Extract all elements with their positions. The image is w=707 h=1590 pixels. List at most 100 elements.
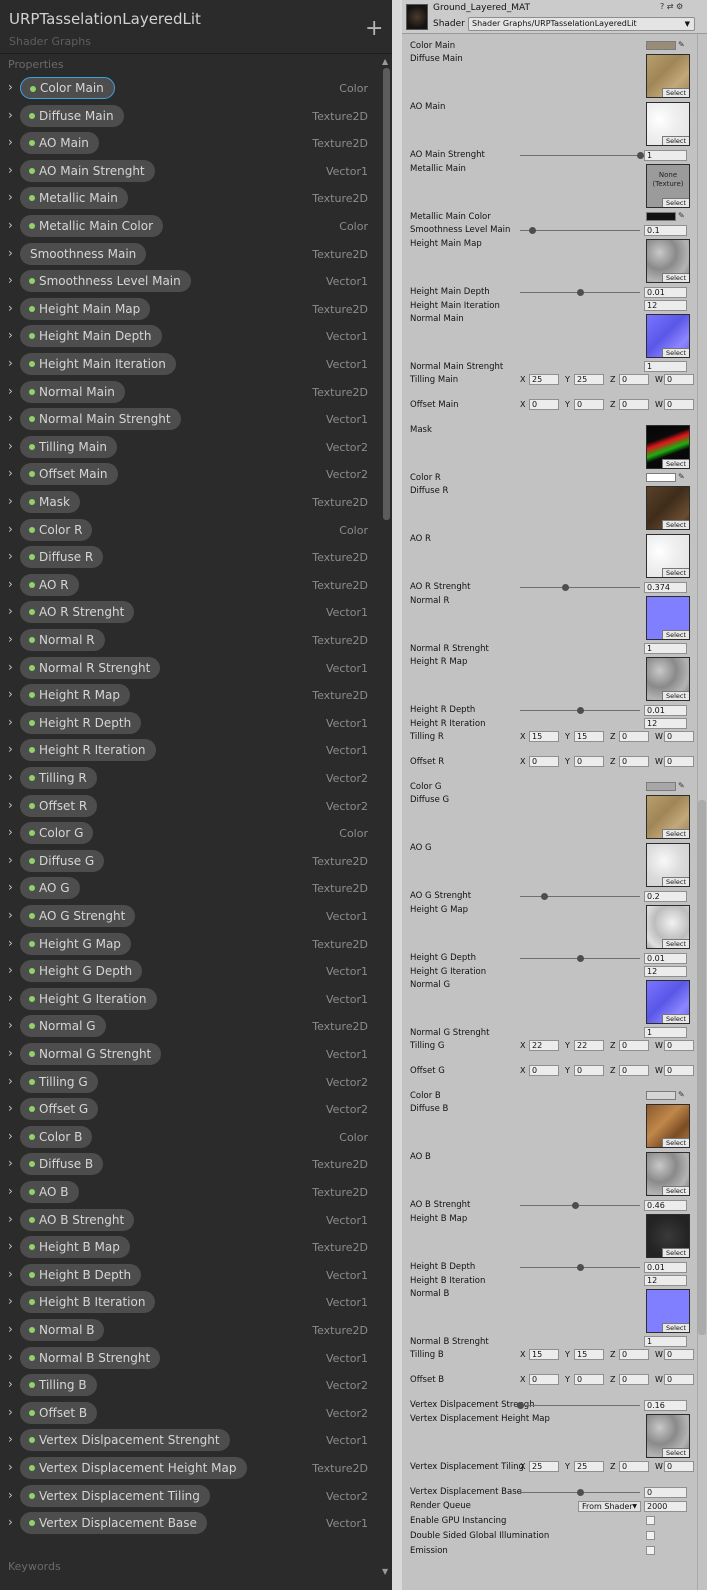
expand-arrow-icon[interactable]: › (8, 1267, 13, 1281)
property-pill[interactable]: Height Main Iteration (20, 353, 176, 375)
height-main-iteration-value-field[interactable]: 12 (644, 300, 687, 311)
scroll-down-arrow-icon[interactable]: ▼ (382, 1567, 388, 1576)
ao-b-strenght-slider-thumb[interactable] (572, 1202, 580, 1209)
height-g-iteration-value-field[interactable]: 12 (644, 966, 687, 977)
expand-arrow-icon[interactable]: › (8, 273, 13, 287)
property-pill[interactable]: Tilling Main (20, 435, 117, 458)
expand-arrow-icon[interactable]: › (8, 880, 13, 894)
texture-select-button[interactable]: Select (662, 1248, 689, 1257)
property-pill[interactable]: Vertex Displacement Height Map (20, 1457, 247, 1479)
ao-b-strenght-value-field[interactable]: 0.46 (644, 1200, 687, 1211)
ao-r-strenght-slider-thumb[interactable] (561, 584, 569, 591)
tilling-main-w-field[interactable]: 0 (664, 374, 694, 385)
normal-r-strenght-value-field[interactable]: 1 (644, 643, 687, 654)
property-pill[interactable]: Color Main (20, 77, 115, 99)
property-pill[interactable]: Vertex Displacement Tiling (20, 1484, 210, 1507)
expand-arrow-icon[interactable]: › (8, 549, 13, 563)
property-pill[interactable]: Diffuse R (20, 546, 104, 569)
property-row[interactable]: › Diffuse B Texture2D (0, 1151, 380, 1178)
offset-b-w-field[interactable]: 0 (664, 1374, 694, 1385)
eyedropper-icon[interactable]: ✎ (678, 472, 685, 481)
texture-select-button[interactable]: Select (662, 691, 689, 700)
expand-arrow-icon[interactable]: › (8, 798, 13, 812)
property-pill[interactable]: Normal B (20, 1319, 105, 1341)
tilling-g-x-field[interactable]: 22 (529, 1040, 559, 1051)
property-row[interactable]: › AO G Strenght Vector1 (0, 903, 380, 930)
tilling-g-w-field[interactable]: 0 (664, 1040, 694, 1051)
ao-g-strenght-slider-thumb[interactable] (541, 893, 548, 900)
property-row[interactable]: › AO B Texture2D (0, 1179, 380, 1206)
property-pill[interactable]: AO B Strenght (20, 1208, 135, 1231)
property-pill[interactable]: Metallic Main Color (20, 215, 163, 237)
property-row[interactable]: › Vertex Displacement Tiling Vector2 (0, 1483, 380, 1510)
expand-arrow-icon[interactable]: › (8, 1101, 13, 1115)
property-row[interactable]: › Normal G Strenght Vector1 (0, 1041, 380, 1068)
smoothness-level-main-slider-track[interactable] (520, 230, 640, 231)
property-row[interactable]: › Normal B Strenght Vector1 (0, 1345, 380, 1372)
texture-select-button[interactable]: Select (662, 877, 689, 886)
texture-select-button[interactable]: Select (662, 520, 689, 529)
render-queue-dropdown[interactable]: From Shader ▼ (578, 1501, 641, 1512)
offset-main-x-field[interactable]: 0 (529, 399, 559, 410)
property-row[interactable]: › Offset G Vector2 (0, 1096, 380, 1123)
expand-arrow-icon[interactable]: › (8, 715, 13, 729)
property-pill[interactable]: Normal G (20, 1015, 106, 1038)
texture-select-button[interactable]: Select (662, 273, 689, 282)
offset-b-y-field[interactable]: 0 (574, 1374, 604, 1385)
ao-main-strenght-value-field[interactable]: 1 (644, 150, 687, 161)
vertex-dislpacement-strengh-slider-thumb[interactable] (517, 1402, 524, 1409)
property-row[interactable]: › Tilling G Vector2 (0, 1069, 380, 1096)
expand-arrow-icon[interactable]: › (8, 577, 13, 591)
header-icons[interactable]: ? ⇄ ⚙ (660, 2, 683, 11)
texture-select-button[interactable]: Select (662, 1014, 689, 1023)
property-pill[interactable]: Height G Map (20, 932, 131, 955)
tilling-r-x-field[interactable]: 15 (529, 731, 559, 742)
property-pill[interactable]: AO B (20, 1181, 79, 1203)
property-pill[interactable]: Height B Depth (20, 1263, 142, 1286)
property-pill[interactable]: Height G Iteration (20, 987, 157, 1010)
property-pill[interactable]: Mask (20, 491, 80, 513)
expand-arrow-icon[interactable]: › (8, 163, 13, 177)
expand-arrow-icon[interactable]: › (8, 466, 13, 480)
diffuse-g-texture-slot[interactable]: Select (646, 795, 690, 839)
expand-arrow-icon[interactable]: › (8, 1046, 13, 1060)
color-main-color-swatch[interactable] (646, 41, 676, 50)
height-r-map-texture-slot[interactable]: Select (646, 657, 690, 701)
vertex-displacement-base-slider-thumb[interactable] (577, 1489, 584, 1496)
normal-g-texture-slot[interactable]: Select (646, 980, 690, 1024)
property-row[interactable]: › AO Main Strenght Vector1 (0, 158, 380, 185)
height-r-depth-slider-thumb[interactable] (577, 707, 584, 714)
property-row[interactable]: › Offset R Vector2 (0, 793, 380, 820)
property-row[interactable]: › Mask Texture2D (0, 489, 380, 516)
texture-select-button[interactable]: Select (662, 1186, 689, 1195)
smoothness-level-main-slider-thumb[interactable] (529, 227, 536, 234)
expand-arrow-icon[interactable]: › (8, 411, 13, 425)
offset-r-y-field[interactable]: 0 (574, 756, 604, 767)
expand-arrow-icon[interactable]: › (8, 1129, 13, 1143)
property-row[interactable]: › Offset B Vector2 (0, 1400, 380, 1427)
expand-arrow-icon[interactable]: › (8, 1350, 13, 1364)
property-row[interactable]: › Tilling R Vector2 (0, 765, 380, 792)
texture-select-button[interactable]: Select (662, 88, 689, 97)
shader-dropdown[interactable]: Shader Graphs/URPTasselationLayeredLit ▼ (468, 17, 695, 31)
offset-main-y-field[interactable]: 0 (574, 399, 604, 410)
smoothness-level-main-value-field[interactable]: 0.1 (644, 225, 687, 236)
expand-arrow-icon[interactable]: › (8, 632, 13, 646)
metallic-main-color-color-swatch[interactable] (646, 212, 676, 221)
property-pill[interactable]: Diffuse Main (20, 104, 124, 127)
property-pill[interactable]: Tilling R (20, 767, 97, 789)
eyedropper-icon[interactable]: ✎ (678, 781, 685, 790)
property-pill[interactable]: AO Main Strenght (20, 159, 155, 182)
expand-arrow-icon[interactable]: › (8, 218, 13, 232)
property-row[interactable]: › Color G Color (0, 820, 380, 847)
vertex-displacement-height-map-texture-slot[interactable]: Select (646, 1414, 690, 1458)
property-pill[interactable]: Normal Main Strenght (20, 408, 181, 431)
diffuse-r-texture-slot[interactable]: Select (646, 486, 690, 530)
expand-arrow-icon[interactable]: › (8, 1460, 13, 1474)
property-row[interactable]: › Height Main Iteration Vector1 (0, 351, 380, 378)
expand-arrow-icon[interactable]: › (8, 328, 13, 342)
expand-arrow-icon[interactable]: › (8, 1432, 13, 1446)
expand-arrow-icon[interactable]: › (8, 439, 13, 453)
property-row[interactable]: › Diffuse G Texture2D (0, 848, 380, 875)
offset-r-x-field[interactable]: 0 (529, 756, 559, 767)
